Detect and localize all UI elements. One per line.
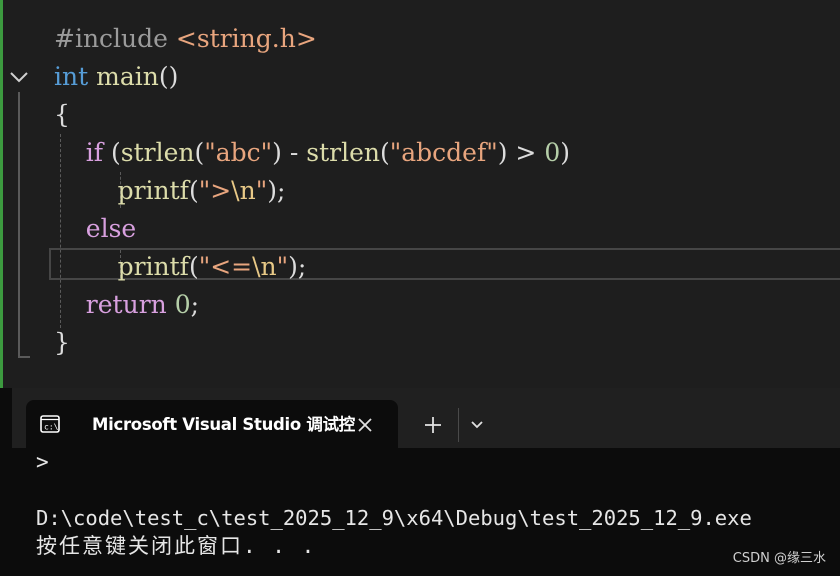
code-line: return 0; — [54, 286, 199, 324]
code-token: ) - — [272, 138, 307, 167]
code-token: () — [158, 62, 179, 91]
terminal-tab-bar: c:\ Microsoft Visual Studio 调试控 — [12, 388, 840, 448]
code-editor[interactable]: #include <string.h> int main(){ if (strle… — [0, 0, 840, 388]
svg-text:c:\: c:\ — [44, 423, 59, 432]
code-token: main — [96, 62, 159, 91]
code-token: ( — [103, 138, 121, 167]
code-token: "> — [198, 176, 232, 205]
code-line: #include <string.h> — [54, 20, 317, 58]
code-token: #include — [54, 24, 176, 53]
terminal-output: > D:\code\test_c\test_2025_12_9\x64\Debu… — [12, 448, 840, 576]
code-token: "<= — [198, 252, 253, 281]
terminal-line: > — [36, 450, 49, 474]
code-line: if (strlen("abc") - strlen("abcdef") > 0… — [54, 134, 570, 172]
code-line: { — [54, 96, 70, 134]
terminal-line-path: D:\code\test_c\test_2025_12_9\x64\Debug\… — [36, 506, 752, 530]
plus-icon[interactable] — [420, 412, 446, 438]
code-line: else — [54, 210, 136, 248]
watermark: CSDN @缘三水 — [732, 551, 826, 566]
code-token: strlen — [120, 138, 195, 167]
code-token: ); — [267, 176, 286, 205]
code-token: ) > — [497, 138, 545, 167]
code-line: int main() — [54, 58, 178, 96]
code-token: " — [276, 252, 289, 281]
code-token: 0 — [174, 290, 191, 319]
fold-chevron-icon[interactable] — [8, 66, 30, 88]
chevron-down-icon[interactable] — [466, 416, 488, 434]
code-token: ( — [379, 138, 390, 167]
code-line: printf(">\n"); — [54, 172, 286, 210]
terminal-line-prompt: 按任意键关闭此窗口. . . — [36, 534, 317, 558]
code-token: printf — [117, 252, 189, 281]
change-indicator-bar — [0, 0, 3, 388]
fold-range-guide — [18, 92, 20, 358]
code-token: else — [85, 214, 137, 243]
console-icon: c:\ — [40, 415, 60, 433]
code-token: " — [255, 176, 268, 205]
code-token: "abc" — [204, 138, 273, 167]
close-icon[interactable] — [354, 414, 376, 436]
code-token: "abcdef" — [389, 138, 498, 167]
code-line: } — [54, 324, 70, 362]
code-token: } — [54, 328, 70, 357]
code-token: return — [85, 290, 167, 319]
code-token: ); — [288, 252, 307, 281]
code-token: ( — [188, 176, 199, 205]
code-token: ( — [188, 252, 199, 281]
code-token: ; — [190, 290, 200, 319]
code-token: <string.h> — [175, 24, 317, 53]
code-token: 0 — [544, 138, 561, 167]
code-token: ( — [194, 138, 205, 167]
code-line: printf("<=\n"); — [54, 248, 307, 286]
code-token: printf — [117, 176, 189, 205]
console-window[interactable]: c:\ Microsoft Visual Studio 调试控 > D:\cod… — [0, 388, 840, 576]
code-token: int — [54, 62, 89, 91]
tab-separator — [458, 408, 459, 442]
code-token: { — [54, 100, 70, 129]
code-token: strlen — [306, 138, 380, 167]
fold-range-guide-end — [18, 356, 30, 358]
code-token: \n — [252, 252, 277, 281]
code-token: \n — [231, 176, 256, 205]
code-token: ) — [560, 138, 570, 167]
code-token: if — [85, 138, 104, 167]
tab-title: Microsoft Visual Studio 调试控 — [92, 415, 355, 434]
